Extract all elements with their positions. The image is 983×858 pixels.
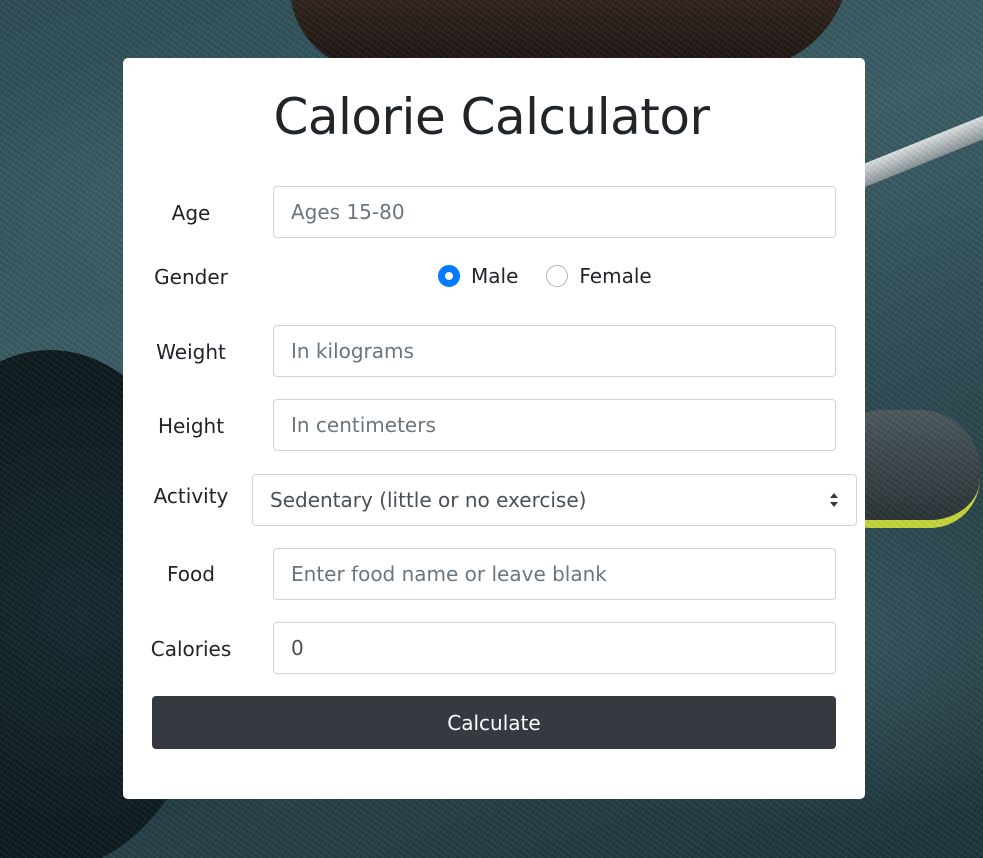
female-label: Female: [579, 264, 652, 288]
calories-input[interactable]: [273, 622, 836, 674]
weight-label: Weight: [156, 340, 226, 364]
calories-label: Calories: [150, 637, 232, 661]
calculate-button[interactable]: Calculate: [152, 696, 836, 749]
gender-radio-group: Male Female: [438, 264, 680, 288]
activity-selected-value: Sedentary (little or no exercise): [270, 488, 587, 512]
age-label: Age: [171, 201, 211, 225]
chevron-up-down-icon: [830, 493, 838, 507]
male-label: Male: [471, 264, 519, 288]
female-radio[interactable]: [546, 265, 569, 287]
gender-label: Gender: [154, 265, 228, 289]
food-label: Food: [167, 562, 215, 586]
activity-select[interactable]: Sedentary (little or no exercise): [252, 474, 857, 526]
gender-option-female[interactable]: Female: [546, 264, 652, 288]
height-input[interactable]: [273, 399, 836, 451]
gender-option-male[interactable]: Male: [438, 264, 518, 288]
height-label: Height: [157, 414, 225, 438]
age-input[interactable]: [273, 186, 836, 238]
activity-label: Activity: [153, 484, 229, 508]
food-input[interactable]: [273, 548, 836, 600]
weight-input[interactable]: [273, 325, 836, 377]
page-title: Calorie Calculator: [273, 88, 710, 146]
male-radio[interactable]: [438, 265, 460, 287]
